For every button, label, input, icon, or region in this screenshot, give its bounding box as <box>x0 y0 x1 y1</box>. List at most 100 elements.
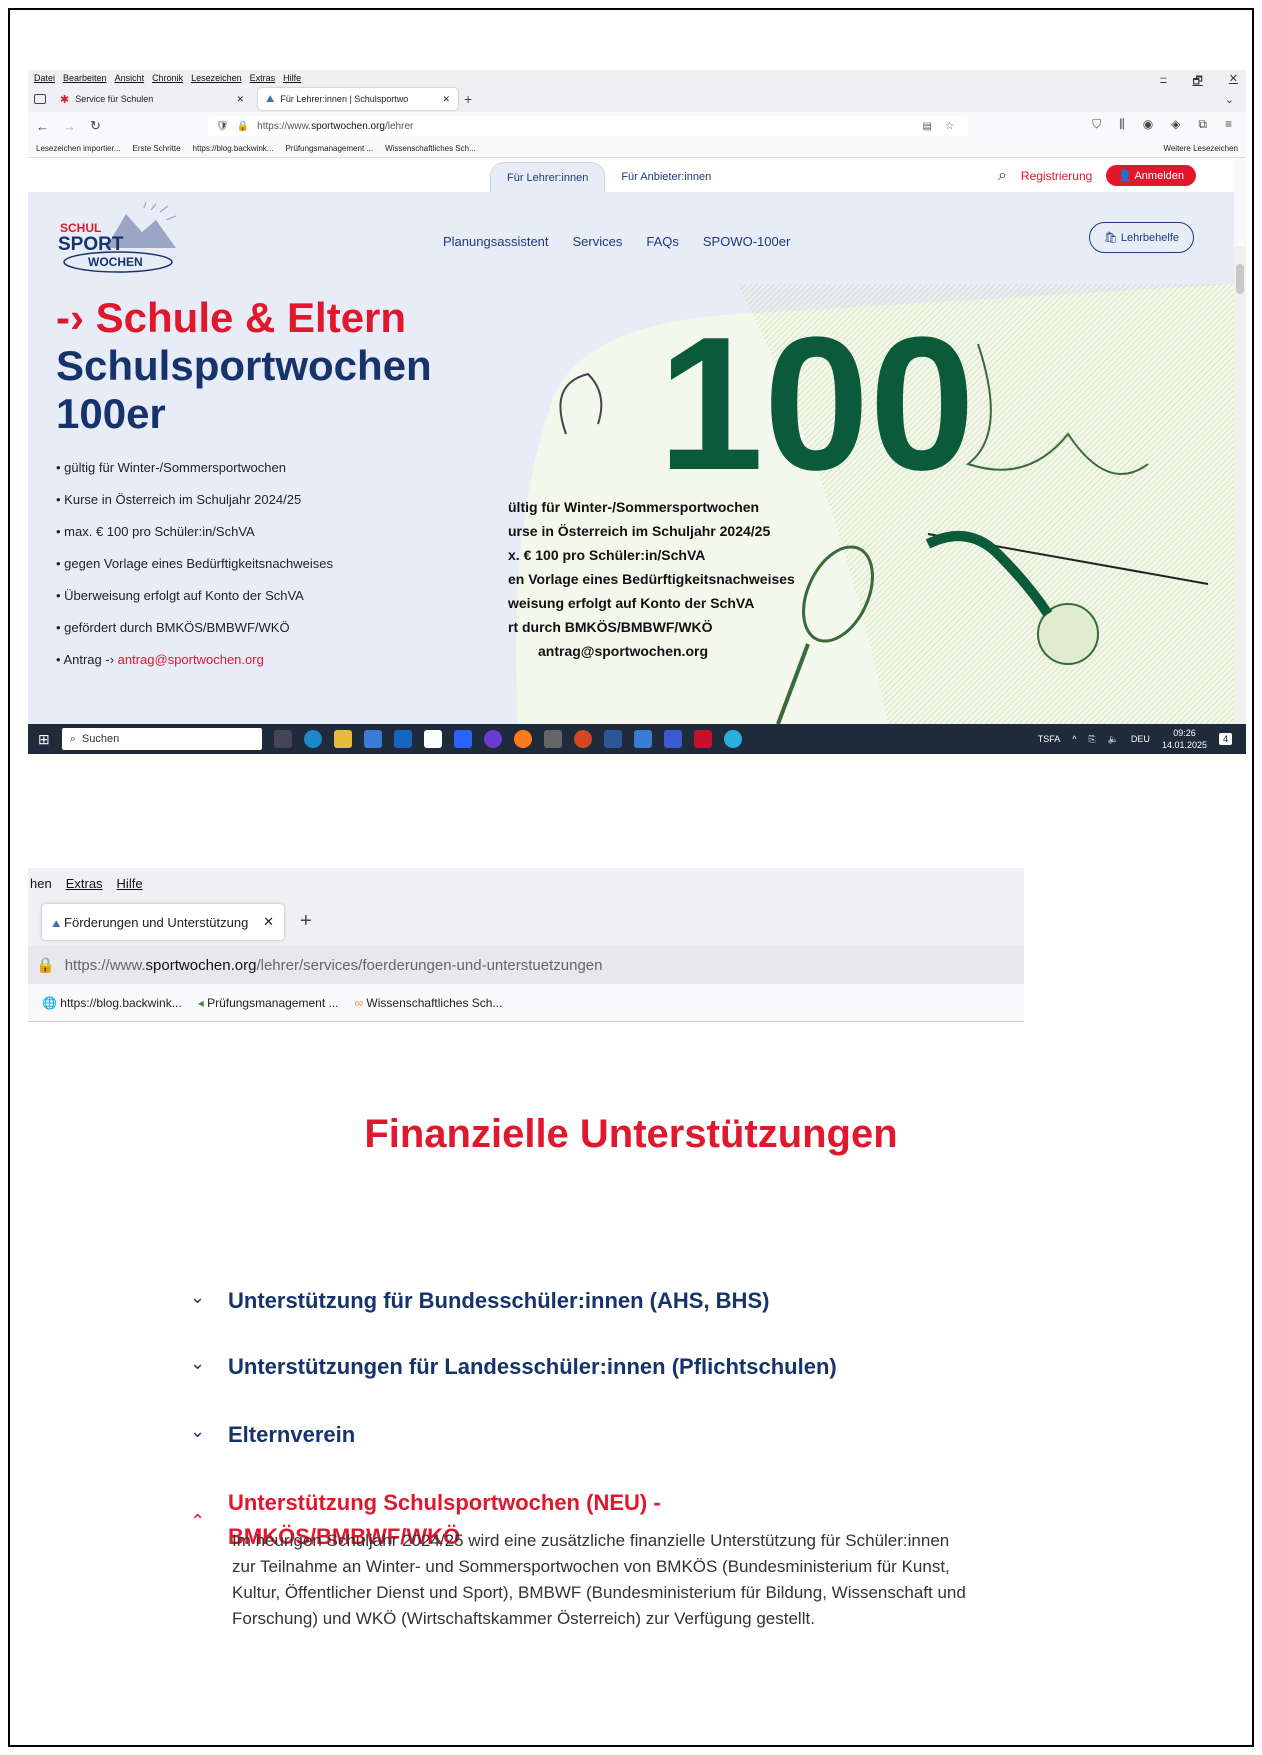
menu-extras[interactable]: Extras <box>250 73 276 83</box>
menu-datei[interactable]: Datei <box>34 73 55 83</box>
bookmark-favicon-icon: ∞ <box>354 995 364 1010</box>
menu-chronik-partial[interactable]: hen <box>30 876 52 891</box>
register-link[interactable]: Registrierung <box>1021 169 1092 183</box>
accordion-item[interactable]: ⌄ Unterstützungen für Landesschüler:innen… <box>190 1350 890 1384</box>
list-tabs-chevron-icon[interactable]: ⌄ <box>1225 93 1234 106</box>
bullet-item: Kurse in Österreich im Schuljahr 2024/25 <box>56 484 333 516</box>
accordion-label[interactable]: Unterstützung für Bundesschüler:innen (A… <box>228 1284 769 1318</box>
lehrbehelfe-button[interactable]: 🛍 Lehrbehelfe <box>1088 222 1194 253</box>
menu-extras[interactable]: Extras <box>66 876 103 891</box>
bookmark-item[interactable]: Lesezeichen importier... <box>36 144 121 153</box>
menu-chronik[interactable]: Chronik <box>152 73 183 83</box>
store-icon[interactable] <box>363 730 382 748</box>
main-nav: Planungsassistent Services FAQs SPOWO-10… <box>443 234 790 249</box>
close-tab-icon[interactable]: ✕ <box>236 94 244 105</box>
url-bar[interactable]: 🛡 🔒 https://www.sportwochen.org/lehrer ▤… <box>208 116 968 136</box>
calculator-icon[interactable] <box>543 730 562 748</box>
dropbox-icon[interactable] <box>453 730 472 748</box>
url-bar-2[interactable]: 🔒 https://www.sportwochen.org/lehrer/ser… <box>28 946 1024 984</box>
bookmark-item[interactable]: Erste Schritte <box>133 144 181 153</box>
volume-icon[interactable]: 🔈 <box>1108 734 1119 745</box>
tray-chevron-icon[interactable]: ^ <box>1072 734 1076 744</box>
menu-hilfe[interactable]: Hilfe <box>283 73 301 83</box>
forward-icon[interactable]: → <box>63 119 76 134</box>
tab-service-fuer-schulen[interactable]: ✱ Service für Schulen ✕ <box>52 88 252 110</box>
firefox-icon[interactable] <box>513 730 532 748</box>
bookmark-item[interactable]: https://blog.backwink... <box>193 144 274 153</box>
favicon-icon: ⛰ <box>52 918 61 930</box>
puzzle-icon[interactable]: ⧉ <box>1198 117 1207 132</box>
taskbar-search[interactable]: ⌕ Suchen <box>61 728 262 750</box>
new-tab-button[interactable]: + <box>300 910 312 933</box>
tab-foerderungen[interactable]: ⛰ Förderungen und Unterstützung ✕ <box>42 904 284 940</box>
close-tab-icon[interactable]: ✕ <box>263 914 274 930</box>
hero-title-line1: Schulsportwochen <box>56 342 432 389</box>
bookmark-item[interactable]: Wissenschaftliches Sch... <box>385 144 476 153</box>
notification-icon[interactable]: 4 <box>1218 733 1232 745</box>
language-indicator[interactable]: DEU <box>1131 734 1150 744</box>
tab-overview-icon[interactable] <box>34 94 46 104</box>
nav-services[interactable]: Services <box>573 234 623 249</box>
chevron-down-icon[interactable]: ⌄ <box>190 1284 208 1310</box>
windows-start-icon[interactable]: ⊞ <box>38 731 50 748</box>
menu-bearbeiten[interactable]: Bearbeiten <box>63 73 107 83</box>
tab-fuer-lehrerinnen[interactable]: ⛰ Für Lehrer:innen | Schulsportwo ✕ <box>258 88 458 110</box>
menu-lesezeichen[interactable]: Lesezeichen <box>191 73 242 83</box>
login-button[interactable]: 👤 Anmelden <box>1106 165 1196 186</box>
word-icon[interactable] <box>603 730 622 748</box>
accordion-item[interactable]: ⌄ Unterstützung für Bundesschüler:innen (… <box>190 1284 890 1318</box>
accordion-body-text: Im heurigen Schuljahr 2024/25 wird eine … <box>232 1531 966 1628</box>
bookmark-item[interactable]: 🌐 https://blog.backwink... <box>42 996 182 1010</box>
lock-icon[interactable]: 🔒 <box>237 121 249 132</box>
bookmark-item[interactable]: ∞ Wissenschaftliches Sch... <box>355 996 503 1010</box>
tray-app-label[interactable]: TSFA <box>1038 734 1061 744</box>
task-view-icon[interactable] <box>273 730 292 748</box>
amazon-icon[interactable] <box>423 730 442 748</box>
app-icon[interactable] <box>663 730 682 748</box>
scrollbar[interactable] <box>1234 246 1246 724</box>
reader-view-icon[interactable]: ▤ <box>923 121 932 132</box>
shield-icon[interactable]: 🛡 <box>216 121 229 132</box>
nav-planungsassistent[interactable]: Planungsassistent <box>443 234 549 249</box>
new-tab-button[interactable]: + <box>464 91 472 107</box>
segment-lehrerinnen[interactable]: Für Lehrer:innen <box>490 162 606 192</box>
bookmark-item[interactable]: ◂ Prüfungsmanagement ... <box>198 996 339 1010</box>
powerpoint-icon[interactable] <box>573 730 592 748</box>
lock-icon[interactable]: 🔒 <box>36 956 55 974</box>
nav-faqs[interactable]: FAQs <box>646 234 679 249</box>
close-tab-icon[interactable]: ✕ <box>442 94 450 105</box>
clock[interactable]: 09:26 14.01.2025 <box>1162 727 1207 751</box>
library-icon[interactable]: ⫼ <box>1119 117 1125 132</box>
chevron-up-icon[interactable]: ⌃ <box>190 1508 208 1534</box>
file-explorer-icon[interactable] <box>333 730 352 748</box>
bookmark-item[interactable]: Prüfungsmanagement ... <box>285 144 373 153</box>
bookmark-star-icon[interactable]: ☆ <box>945 121 954 132</box>
edge-icon[interactable] <box>303 730 322 748</box>
accordion-label[interactable]: Unterstützungen für Landesschüler:innen … <box>228 1350 837 1384</box>
app-icon[interactable] <box>723 730 742 748</box>
menu-hilfe[interactable]: Hilfe <box>117 876 143 891</box>
segment-anbieterinnen[interactable]: Für Anbieter:innen <box>605 162 727 192</box>
acrobat-icon[interactable] <box>693 730 712 748</box>
nav-spowo-100er[interactable]: SPOWO-100er <box>703 234 790 249</box>
outlook-icon[interactable] <box>393 730 412 748</box>
reload-icon[interactable]: ↻ <box>90 118 101 134</box>
menu-ansicht[interactable]: Ansicht <box>115 73 145 83</box>
account-icon[interactable]: ◉ <box>1143 117 1153 132</box>
extension-icon[interactable]: ◈ <box>1171 117 1180 132</box>
app-icon[interactable] <box>483 730 502 748</box>
search-icon[interactable]: ⌕ <box>998 167 1007 185</box>
schulsportwochen-logo[interactable]: SCHUL SPORT WOCHEN <box>56 202 196 274</box>
other-bookmarks[interactable]: Weitere Lesezeichen <box>1163 144 1238 153</box>
chevron-down-icon[interactable]: ⌄ <box>190 1418 208 1444</box>
pocket-icon[interactable]: ⛉ <box>1092 117 1101 132</box>
accordion-item[interactable]: ⌄ Elternverein <box>190 1418 890 1452</box>
hero-section: -› Schule & Eltern Schulsportwochen 100e… <box>28 284 1234 724</box>
hamburger-menu-icon[interactable]: ≡ <box>1225 117 1232 132</box>
network-icon[interactable]: ⎘ <box>1089 734 1096 745</box>
back-icon[interactable]: ← <box>36 119 49 134</box>
accordion-label[interactable]: Elternverein <box>228 1418 355 1452</box>
antrag-email-link[interactable]: antrag@sportwochen.org <box>118 652 264 667</box>
app-icon[interactable] <box>633 730 652 748</box>
chevron-down-icon[interactable]: ⌄ <box>190 1350 208 1376</box>
